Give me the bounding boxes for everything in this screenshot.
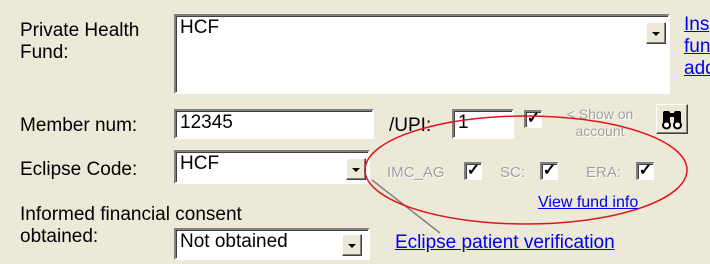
imc-ag-label: IMC_AG: [387, 164, 445, 181]
eclipse-patient-verification-link[interactable]: Eclipse patient verification: [395, 232, 615, 254]
sc-label: SC:: [500, 164, 526, 181]
era-checkbox[interactable]: ✓: [636, 162, 654, 180]
informed-consent-dropdown-button[interactable]: [342, 234, 362, 256]
imc-ag-checkbox[interactable]: ✓: [464, 162, 482, 180]
sc-checkbox[interactable]: ✓: [540, 162, 558, 180]
view-fund-info-link[interactable]: View fund info: [538, 194, 638, 212]
informed-consent-select[interactable]: Not obtained: [174, 228, 370, 260]
era-label: ERA:: [586, 164, 622, 181]
